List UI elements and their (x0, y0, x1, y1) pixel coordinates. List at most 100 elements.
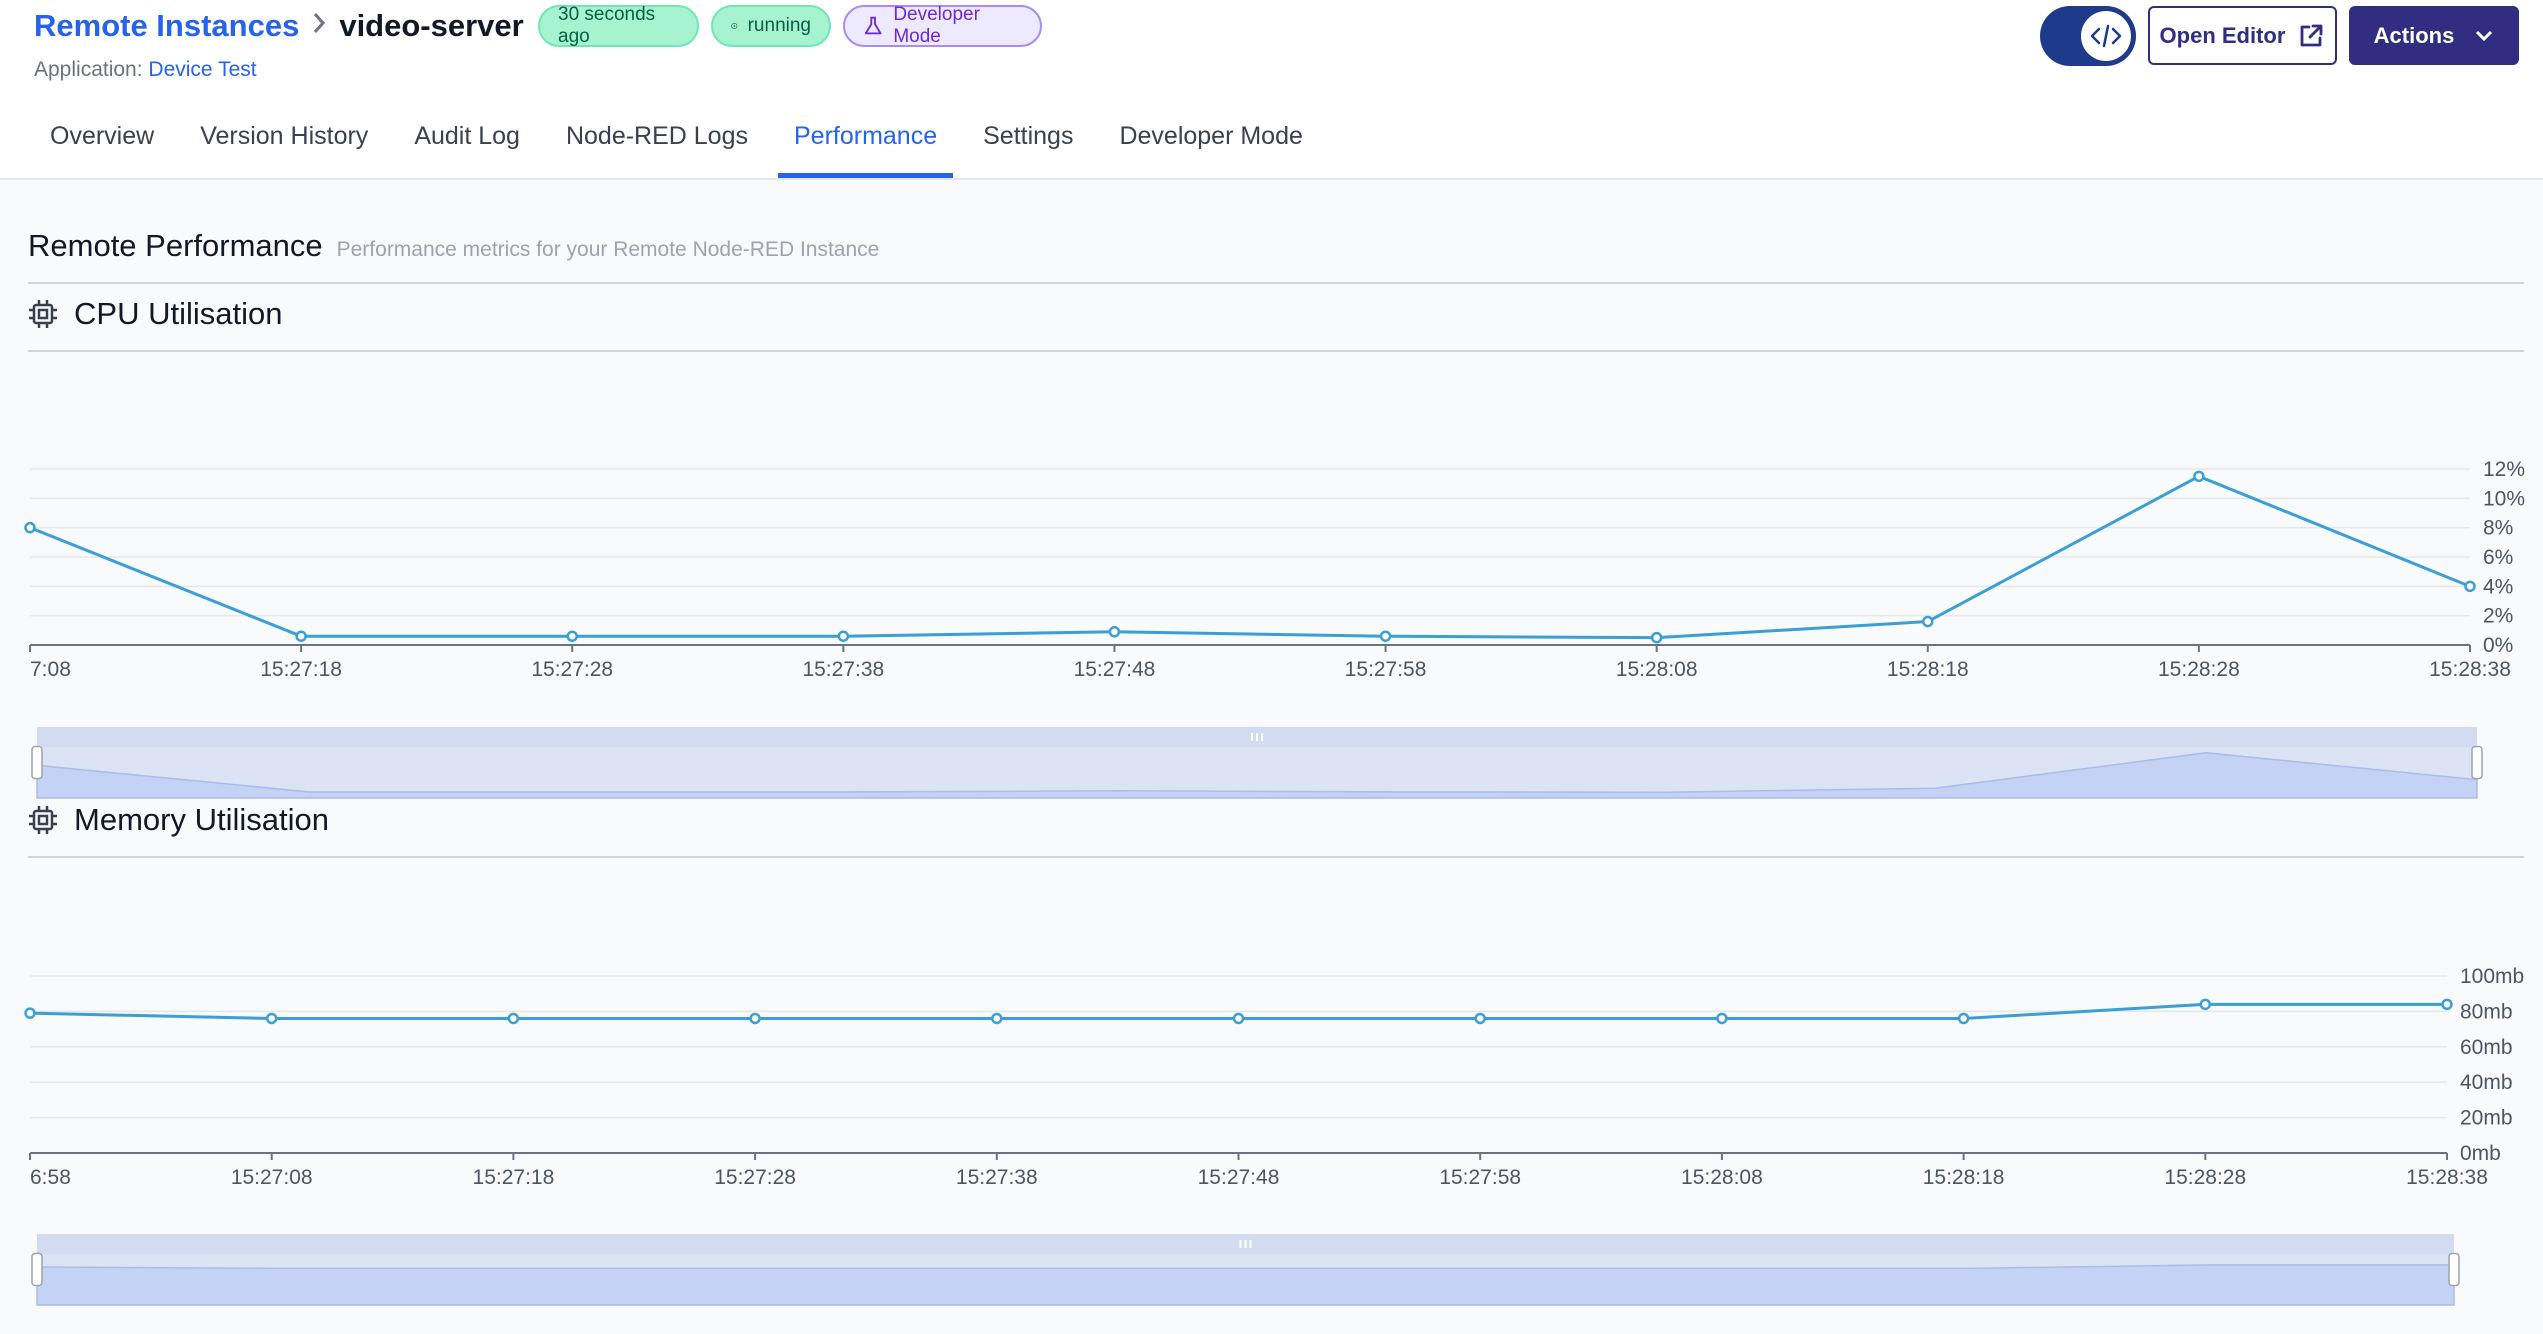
cpu-data-point (566, 630, 578, 642)
memory-x-tick-label: 6:58 (30, 1166, 71, 1189)
cpu-x-tick-label: 15:28:18 (1887, 658, 1969, 681)
actions-dropdown-button[interactable]: Actions (2349, 6, 2519, 65)
cpu-data-point (1108, 626, 1121, 638)
cpu-data-point (295, 630, 307, 642)
memory-y-tick-label: 100mb (2460, 965, 2524, 988)
cpu-data-point (837, 630, 850, 642)
memory-y-tick-label: 0mb (2460, 1142, 2501, 1165)
memory-zoom-preview-area (36, 1264, 2455, 1306)
page-title-divider (28, 282, 2524, 284)
breadcrumb: Remote Instances video-server (34, 8, 524, 44)
chevron-right-icon (309, 8, 329, 44)
developer-mode-toggle[interactable] (2040, 6, 2136, 66)
memory-chip-icon (29, 806, 57, 834)
tab-version-history[interactable]: Version History (184, 122, 384, 178)
cpu-data-point (1650, 631, 1663, 644)
developer-mode-badge: Developer Mode (843, 4, 1042, 47)
memory-x-tick-label: 15:28:38 (2406, 1166, 2488, 1189)
memory-data-point (265, 1012, 278, 1025)
memory-chart: 0mb 20mb 40mb 60mb 80mb 100mb 6:58 15:27:08 15:2… (24, 965, 2524, 1306)
cpu-y-tick-label: 12% (2483, 458, 2525, 481)
cpu-data-point (1922, 615, 1934, 628)
memory-x-tick-label: 15:27:28 (714, 1166, 796, 1189)
cpu-data-point (24, 521, 36, 534)
cpu-y-tick-label: 4% (2483, 575, 2513, 598)
cpu-x-tick-label: 15:28:38 (2429, 658, 2511, 681)
cpu-data-point (2464, 580, 2476, 593)
cpu-y-tick-label: 10% (2483, 487, 2525, 510)
memory-data-point (749, 1012, 761, 1025)
status-badge: running (711, 5, 831, 47)
application-label: Application: (34, 58, 143, 81)
memory-zoom-left-handle[interactable] (31, 1252, 43, 1287)
cpu-x-tick-label: 7:08 (30, 658, 71, 681)
breadcrumb-remote-instances-link[interactable]: Remote Instances (34, 8, 299, 44)
tab-performance[interactable]: Performance (777, 122, 954, 178)
developer-mode-label: Developer Mode (893, 4, 980, 47)
actions-label: Actions (2373, 22, 2455, 48)
cpu-x-tick-label: 15:27:38 (802, 658, 884, 681)
cpu-x-tick-label: 15:27:48 (1074, 658, 1156, 681)
cpu-section-title: CPU Utilisation (28, 296, 282, 332)
memory-y-tick-label: 40mb (2460, 1071, 2513, 1094)
memory-y-tick-label: 80mb (2460, 1000, 2513, 1023)
instance-name: video-server (339, 8, 524, 43)
chevron-down-icon (2476, 30, 2493, 41)
cpu-x-tick-label: 15:27:18 (260, 658, 342, 681)
application-link[interactable]: Device Test (148, 58, 256, 81)
memory-data-point (1957, 1012, 1970, 1025)
cpu-y-tick-label: 0% (2483, 634, 2513, 657)
memory-x-tick-label: 15:27:08 (231, 1166, 313, 1189)
memory-data-point (1232, 1012, 1245, 1025)
memory-section-label: Memory Utilisation (74, 802, 329, 837)
memory-x-tick-label: 15:28:18 (1923, 1166, 2005, 1189)
memory-data-point (991, 1012, 1003, 1025)
tab-settings[interactable]: Settings (967, 122, 1089, 178)
memory-x-tick-label: 15:28:28 (2164, 1166, 2246, 1189)
beaker-icon (864, 16, 882, 35)
tab-audit-log[interactable]: Audit Log (398, 122, 536, 178)
last-seen-badge: 30 seconds ago (538, 4, 699, 47)
play-circle-icon (731, 22, 738, 30)
memory-x-tick-label: 15:27:18 (473, 1166, 555, 1189)
cpu-zoom-left-handle[interactable] (31, 745, 43, 780)
status-label: running (747, 15, 811, 36)
memory-x-tick-label: 15:28:08 (1681, 1166, 1763, 1189)
cpu-zoom-right-handle[interactable] (2471, 745, 2483, 780)
tab-node-red-logs[interactable]: Node-RED Logs (550, 122, 764, 178)
memory-data-point (1474, 1012, 1486, 1025)
cpu-x-tick-label: 15:28:28 (2158, 658, 2240, 681)
tab-overview[interactable]: Overview (34, 122, 170, 178)
tab-developer-mode[interactable]: Developer Mode (1103, 122, 1318, 178)
code-icon (2081, 11, 2131, 61)
cpu-chart: 0% 2% 4% 6% 8% 10% 12% 7:08 15:27:18 15:27:28 15:2… (24, 458, 2525, 799)
memory-section-divider (28, 856, 2524, 858)
memory-y-tick-label: 60mb (2460, 1036, 2513, 1059)
memory-zoom-right-handle[interactable] (2448, 1252, 2460, 1287)
memory-data-point (507, 1012, 520, 1025)
memory-x-tick-label: 15:27:58 (1439, 1166, 1521, 1189)
memory-x-tick-label: 15:27:48 (1198, 1166, 1280, 1189)
cpu-y-tick-label: 8% (2483, 517, 2513, 540)
cpu-data-point (2193, 470, 2205, 483)
open-editor-button[interactable]: Open Editor (2148, 6, 2337, 65)
page-subtitle: Performance metrics for your Remote Node… (336, 238, 880, 261)
instance-tabs: Overview Version History Audit Log Node-… (34, 122, 1333, 178)
cpu-x-tick-label: 15:28:08 (1616, 658, 1698, 681)
cpu-x-tick-label: 15:27:58 (1345, 658, 1427, 681)
cpu-data-point (1379, 630, 1392, 642)
memory-data-point (2199, 998, 2212, 1011)
cpu-section-label: CPU Utilisation (74, 296, 283, 331)
cpu-y-tick-label: 6% (2483, 546, 2513, 569)
page-heading: Remote Performance Performance metrics f… (28, 228, 879, 264)
memory-data-point (24, 1007, 36, 1019)
memory-data-point (1716, 1012, 1728, 1025)
memory-section-title: Memory Utilisation (28, 802, 329, 838)
cpu-y-tick-label: 2% (2483, 605, 2513, 628)
application-line: Application: Device Test (34, 58, 257, 82)
cpu-x-tick-label: 15:27:28 (531, 658, 613, 681)
memory-data-point (2441, 998, 2453, 1011)
memory-x-tick-label: 15:27:38 (956, 1166, 1038, 1189)
memory-y-tick-label: 20mb (2460, 1107, 2513, 1130)
page-title: Remote Performance (28, 228, 323, 263)
